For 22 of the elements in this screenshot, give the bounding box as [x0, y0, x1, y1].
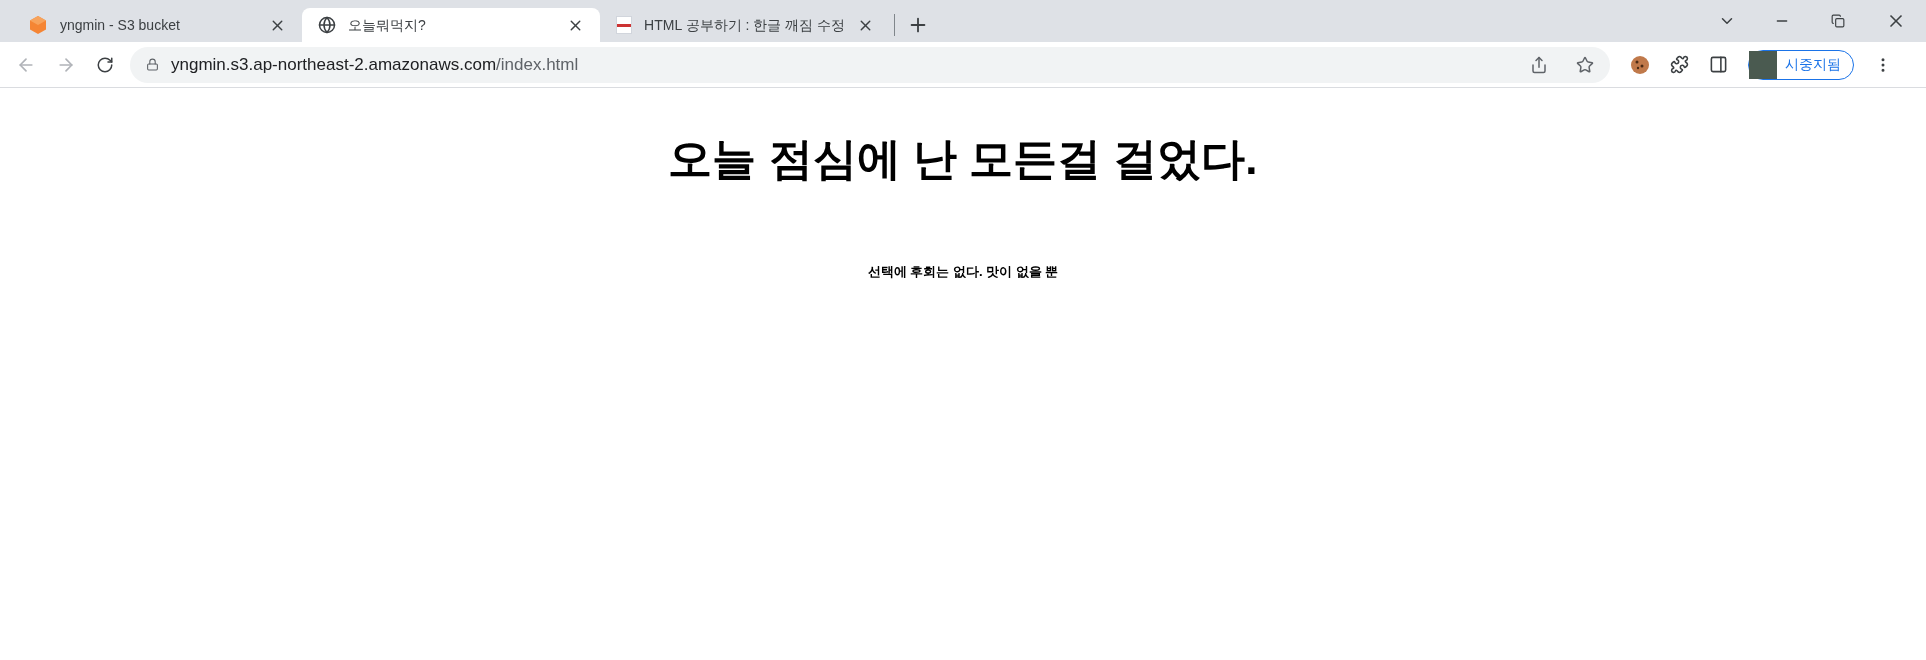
- page-text: 선택에 후회는 없다. 맛이 없을 뿐: [867, 263, 1059, 281]
- tab-title: HTML 공부하기 : 한글 깨짐 수정: [644, 15, 845, 35]
- globe-icon: [318, 16, 336, 34]
- tab-title: 오늘뭐먹지?: [348, 15, 427, 35]
- url-text: yngmin.s3.ap-northeast-2.amazonaws.com/index.html: [171, 53, 579, 76]
- profile-label: 시중지됨: [1785, 55, 1841, 74]
- address-bar[interactable]: yngmin.s3.ap-northeast-2.amazonaws.com/index.html: [130, 46, 1610, 83]
- cube-icon: [28, 15, 48, 35]
- share-icon[interactable]: [1530, 55, 1548, 74]
- page-heading: 오늘 점심에 난 모든걸 걸었다.: [668, 133, 1258, 185]
- cookie-icon[interactable]: [1630, 54, 1650, 75]
- site-thumbnail-icon: [616, 16, 633, 34]
- reload-icon[interactable]: [96, 55, 114, 74]
- lock-icon: [146, 58, 159, 71]
- extensions-icon[interactable]: [1670, 55, 1689, 74]
- star-icon[interactable]: [1576, 55, 1594, 74]
- browser-tab[interactable]: 오늘뭐먹지?: [302, 8, 600, 42]
- browser-tab[interactable]: yngmin - S3 bucket: [12, 8, 302, 42]
- tab-title: yngmin - S3 bucket: [60, 15, 181, 35]
- browser-tab[interactable]: HTML 공부하기 : 한글 깨짐 수정: [600, 8, 890, 42]
- side-panel-icon[interactable]: [1709, 55, 1728, 74]
- restore-icon[interactable]: [1831, 14, 1845, 28]
